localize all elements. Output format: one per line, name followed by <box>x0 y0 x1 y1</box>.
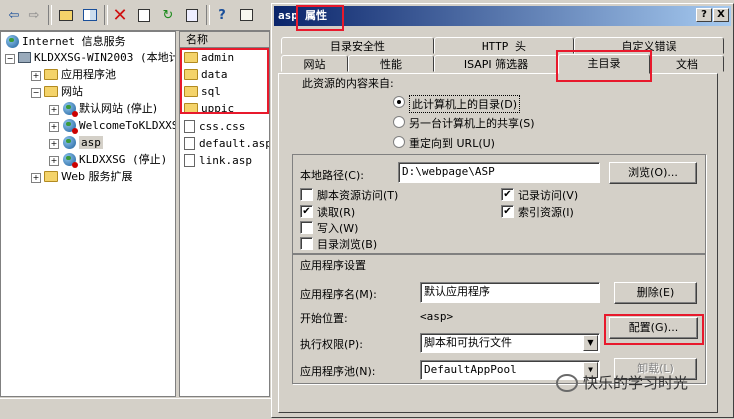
check-read-label[interactable]: 读取(R) <box>317 204 355 220</box>
check-dir-browse-label[interactable]: 目录浏览(B) <box>317 236 377 252</box>
browse-button[interactable]: 浏览(O)... <box>609 162 697 184</box>
file-icon <box>184 137 195 150</box>
toolbar-separator <box>206 5 210 25</box>
check-log-visits[interactable]: ✔ <box>501 188 514 201</box>
expand-icon[interactable]: + <box>49 156 59 166</box>
remove-button[interactable]: 删除(E) <box>614 282 697 304</box>
app-name-input[interactable]: 默认应用程序 <box>420 282 600 303</box>
local-path-input[interactable]: D:\webpage\ASP <box>398 162 600 183</box>
watermark: 快乐的学习时光 <box>556 372 688 393</box>
tree-pane[interactable]: Internet 信息服务 − KLDXXSG-WIN2003 (本地计 + 应… <box>0 31 176 397</box>
check-read[interactable]: ✔ <box>300 205 313 218</box>
folder-icon <box>44 69 58 80</box>
mmc-toolbar: ⇦ ⇨ ✕ ↻ ? <box>0 0 270 31</box>
expand-icon[interactable]: + <box>31 71 41 81</box>
tab-documents[interactable]: 文档 <box>650 55 724 72</box>
tab-performance[interactable]: 性能 <box>348 55 434 72</box>
check-script-source[interactable] <box>300 188 313 201</box>
list-item[interactable]: default.asp <box>184 136 269 152</box>
radio-redirect-url-label[interactable]: 重定向到 URL(U) <box>409 135 495 151</box>
tree-site-welcome[interactable]: WelcomeToKLDXXS <box>63 118 175 134</box>
refresh-icon[interactable]: ↻ <box>158 5 178 25</box>
tree-site-default[interactable]: 默认网站 (停止) <box>63 101 157 117</box>
website-icon <box>63 136 76 149</box>
dialog-site-name: asp <box>278 9 298 22</box>
tab-isapi-filters[interactable]: ISAPI 筛选器 <box>434 55 558 72</box>
exec-perm-label: 执行权限(P): <box>300 338 363 351</box>
radio-redirect-url[interactable] <box>393 136 405 148</box>
back-arrow-icon[interactable]: ⇦ <box>4 5 24 25</box>
iis-icon <box>6 35 19 48</box>
tree-websites[interactable]: 网站 <box>44 84 83 100</box>
up-folder-icon[interactable] <box>56 5 76 25</box>
tab-directory-security[interactable]: 目录安全性 <box>281 37 434 54</box>
radio-network-share[interactable] <box>393 116 405 128</box>
tree-site-asp[interactable]: asp <box>63 135 103 151</box>
expand-icon[interactable]: + <box>49 122 59 132</box>
folder-icon <box>44 171 58 182</box>
tree-web-ext[interactable]: Web 服务扩展 <box>44 169 132 185</box>
tree-root[interactable]: Internet 信息服务 <box>6 34 126 50</box>
radio-local-dir[interactable] <box>393 96 405 108</box>
highlight-box-title <box>296 5 344 31</box>
forward-arrow-icon[interactable]: ⇨ <box>24 5 44 25</box>
column-header-name[interactable]: 名称 <box>180 32 269 48</box>
dropdown-arrow-icon[interactable]: ▼ <box>583 335 598 351</box>
close-button[interactable]: X <box>713 8 729 22</box>
check-index-resource-label[interactable]: 索引资源(I) <box>518 204 574 220</box>
app-settings-label: 应用程序设置 <box>300 259 366 272</box>
toolbar-separator <box>48 5 52 25</box>
tab-http-headers[interactable]: HTTP 头 <box>434 37 574 54</box>
tree-site-kldxxsg[interactable]: KLDXXSG (停止) <box>63 152 167 168</box>
radio-network-share-label[interactable]: 另一台计算机上的共享(S) <box>409 115 535 131</box>
export-icon[interactable] <box>182 5 202 25</box>
expand-icon[interactable]: + <box>31 173 41 183</box>
highlight-box-tab <box>556 50 652 82</box>
properties-icon[interactable] <box>134 5 154 25</box>
help-icon[interactable]: ? <box>212 5 232 25</box>
delete-icon[interactable]: ✕ <box>110 5 130 26</box>
app-pool-label: 应用程序池(N): <box>300 365 376 378</box>
check-index-resource[interactable]: ✔ <box>501 205 514 218</box>
help-button[interactable]: ? <box>696 8 712 22</box>
start-point-value: <asp> <box>420 310 454 323</box>
folder-icon <box>44 86 58 97</box>
file-icon <box>184 154 195 167</box>
wechat-icon <box>556 374 578 392</box>
check-write[interactable] <box>300 221 313 234</box>
highlight-box-folders <box>180 48 269 114</box>
app-name-label: 应用程序名(M): <box>300 288 377 301</box>
toolbar-separator <box>104 5 108 25</box>
expand-icon[interactable]: + <box>49 105 59 115</box>
tree-app-pools[interactable]: 应用程序池 <box>44 67 116 83</box>
highlight-box-config <box>604 314 704 345</box>
check-write-label[interactable]: 写入(W) <box>317 220 358 236</box>
expand-icon[interactable]: + <box>49 139 59 149</box>
list-item[interactable]: link.asp <box>184 153 252 169</box>
tab-website[interactable]: 网站 <box>281 55 348 72</box>
check-log-visits-label[interactable]: 记录访问(V) <box>518 187 578 203</box>
website-icon <box>63 119 78 134</box>
view-icon[interactable] <box>236 5 256 25</box>
check-script-source-label[interactable]: 脚本资源访问(T) <box>317 187 398 203</box>
start-point-label: 开始位置: <box>300 312 348 325</box>
tree-server-node[interactable]: KLDXXSG-WIN2003 (本地计 <box>18 50 175 66</box>
local-path-label: 本地路径(C): <box>300 169 364 182</box>
collapse-icon[interactable]: − <box>5 54 15 64</box>
source-label: 此资源的内容来自: <box>302 77 394 90</box>
website-icon <box>63 153 78 168</box>
computer-icon <box>18 52 31 63</box>
radio-local-dir-label[interactable]: 此计算机上的目录(D) <box>409 95 521 113</box>
website-icon <box>63 102 78 117</box>
exec-perm-select[interactable]: 脚本和可执行文件 ▼ <box>420 333 600 353</box>
check-dir-browse[interactable] <box>300 237 313 250</box>
show-tree-icon[interactable] <box>80 5 100 25</box>
list-item[interactable]: css.css <box>184 119 245 135</box>
collapse-icon[interactable]: − <box>31 88 41 98</box>
file-icon <box>184 120 195 133</box>
